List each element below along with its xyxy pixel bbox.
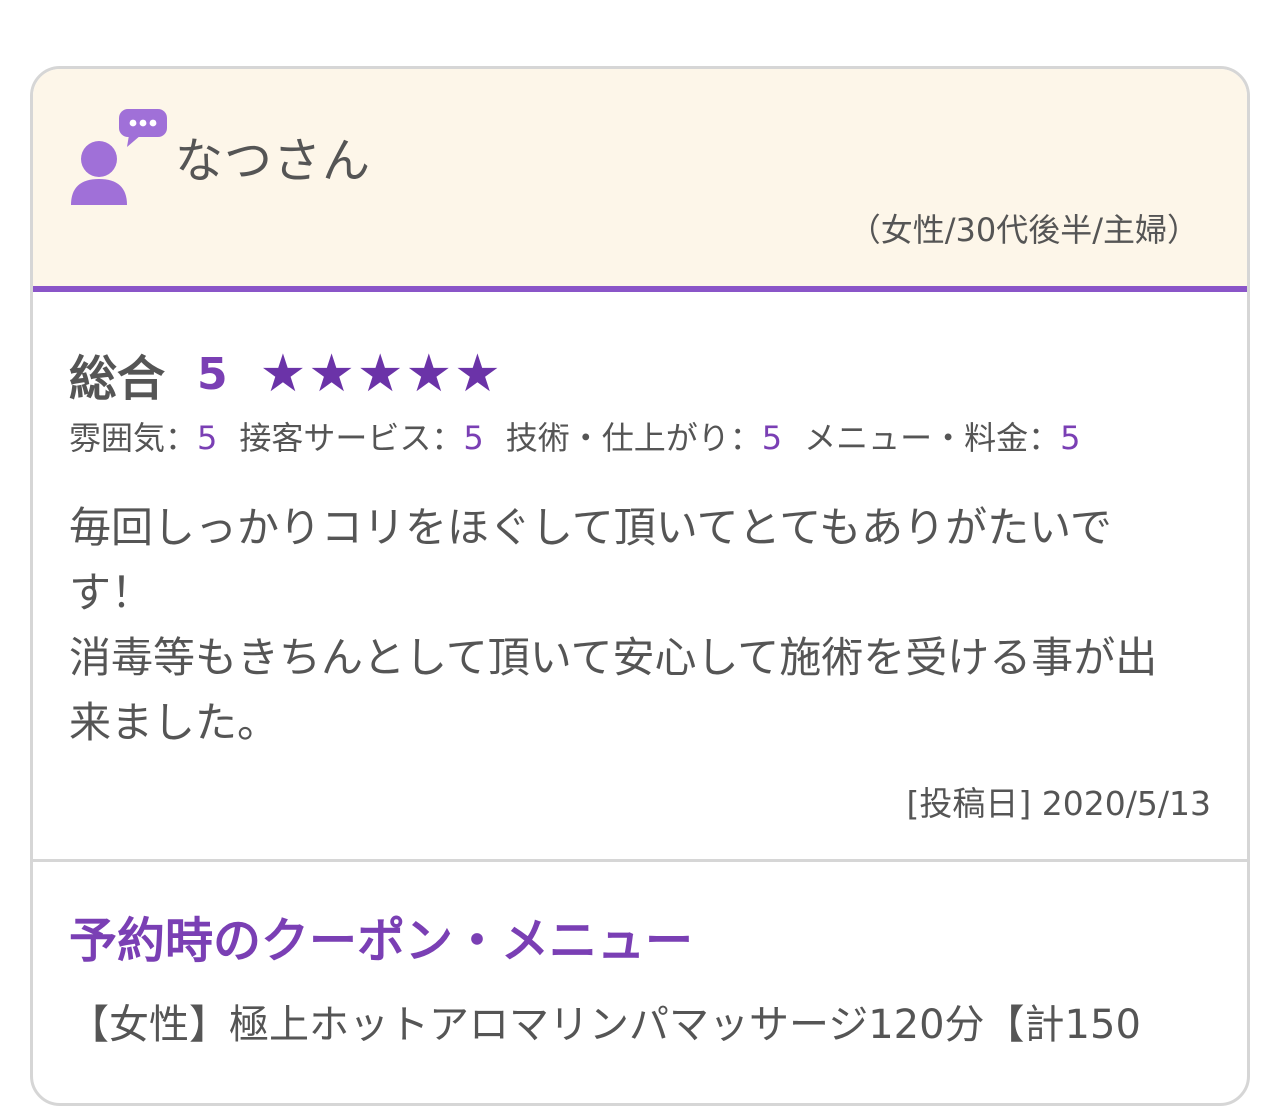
review-comment: 毎回しっかりコリをほぐして頂いてとてもありがたいです！ 消毒等もきちんとして頂い… <box>69 503 1158 747</box>
rating-technique: 技術・仕上がり：5 <box>505 419 783 457</box>
reviewer-name: なつさん <box>175 133 372 189</box>
star-icon: ★ <box>308 344 355 404</box>
sub-ratings: 雰囲気：5 接客サービス：5 技術・仕上がり：5 メニュー・料金：5 <box>69 413 1103 459</box>
rating-menu-price: メニュー・料金：5 <box>804 419 1081 457</box>
overall-score: 5 <box>197 348 228 400</box>
star-icon: ★ <box>356 344 404 404</box>
divider <box>33 859 1247 862</box>
overall-label: 総合 <box>69 351 166 407</box>
reviewer-profile: （女性/30代後半/主婦） <box>848 211 1199 249</box>
star-icon: ★ <box>454 344 501 404</box>
post-date: [投稿日] 2020/5/13 <box>906 784 1211 823</box>
star-rating: ★ ★ ★ ★ ★ <box>260 348 503 400</box>
overall-rating: 総合 5 ★ ★ ★ ★ ★ <box>69 339 503 409</box>
rating-atmosphere: 雰囲気：5 <box>69 419 218 457</box>
rating-service: 接客サービス：5 <box>239 419 484 457</box>
reviewer-avatar-icon <box>69 105 169 205</box>
coupon-section-title: 予約時のクーポン・メニュー <box>69 913 694 969</box>
review-header: なつさん （女性/30代後半/主婦） <box>33 69 1247 292</box>
coupon-menu-text[interactable]: 【女性】極上ホットアロマリンパマッサージ120分【計150 <box>69 993 1219 1057</box>
review-card: なつさん （女性/30代後半/主婦） 総合 5 ★ ★ ★ ★ ★ 雰囲気：5 接客サー… <box>30 66 1250 1106</box>
star-icon: ★ <box>405 344 453 404</box>
star-icon: ★ <box>259 344 307 404</box>
